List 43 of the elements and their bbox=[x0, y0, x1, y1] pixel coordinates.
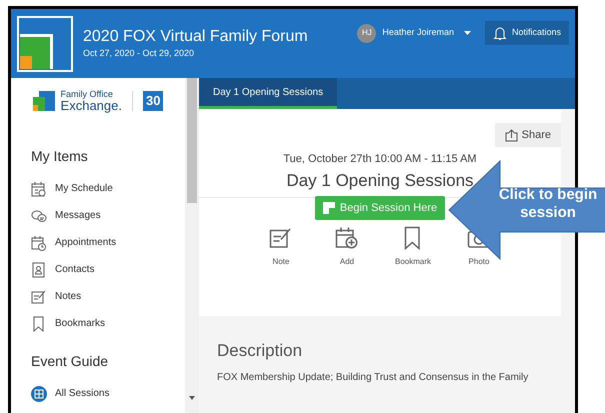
bell-icon bbox=[492, 26, 507, 40]
scroll-down-icon[interactable] bbox=[189, 396, 195, 400]
note-icon[interactable] bbox=[269, 226, 293, 250]
contact-card-icon bbox=[31, 262, 47, 278]
callout-text: Click to begin session bbox=[498, 186, 598, 222]
description-heading: Description bbox=[217, 340, 304, 362]
logo-icon bbox=[32, 91, 55, 111]
sidebar-item[interactable]: My Schedule bbox=[55, 181, 113, 196]
session-title: Day 1 Opening Sessions bbox=[286, 170, 474, 192]
sidebar-item[interactable]: All Sessions bbox=[55, 386, 110, 401]
caret-icon[interactable] bbox=[464, 31, 471, 35]
sidebar-item[interactable]: Messages bbox=[55, 208, 101, 223]
calendar-clock-icon bbox=[31, 234, 47, 250]
action-label[interactable]: Add bbox=[340, 256, 354, 268]
notifications-button[interactable]: Notifications bbox=[484, 21, 569, 45]
action-label[interactable]: Note bbox=[272, 256, 290, 268]
action-label[interactable]: Photo bbox=[468, 256, 490, 268]
logo-text: Family Office bbox=[60, 90, 114, 99]
share-button[interactable]: Share bbox=[494, 123, 561, 147]
section-heading: My Items bbox=[31, 147, 89, 166]
description-text: FOX Membership Update; Building Trust and Consensus in the Family bbox=[217, 370, 530, 384]
session-icon bbox=[322, 202, 335, 214]
section-heading: Event Guide bbox=[31, 352, 110, 371]
sidebar-item[interactable]: Bookmarks bbox=[55, 316, 106, 331]
calendar-add-icon[interactable] bbox=[335, 226, 359, 250]
note-icon bbox=[31, 288, 47, 304]
logo-text: Exchange. bbox=[60, 99, 122, 112]
event-dates: Oct 27, 2020 - Oct 29, 2020 bbox=[83, 46, 196, 60]
chat-icon bbox=[31, 208, 47, 224]
share-icon bbox=[504, 128, 518, 142]
scrollbar[interactable] bbox=[185, 78, 199, 413]
calendar-icon bbox=[31, 180, 47, 196]
grid-icon bbox=[31, 386, 47, 402]
tab[interactable]: Day 1 Opening Sessions bbox=[199, 78, 338, 109]
action-label[interactable]: Bookmark bbox=[394, 256, 431, 268]
anniversary-badge: 30 bbox=[142, 91, 164, 111]
sidebar-item[interactable]: Appointments bbox=[55, 235, 116, 250]
user-name[interactable]: Heather Joireman bbox=[382, 26, 454, 40]
logo-icon bbox=[17, 16, 73, 72]
session-time: Tue, October 27th 10:00 AM - 11:15 AM bbox=[283, 152, 477, 167]
event-title: 2020 FOX Virtual Family Forum bbox=[83, 26, 308, 47]
sidebar-item[interactable]: Contacts bbox=[55, 262, 94, 277]
sidebar-item[interactable]: Notes bbox=[55, 289, 82, 304]
